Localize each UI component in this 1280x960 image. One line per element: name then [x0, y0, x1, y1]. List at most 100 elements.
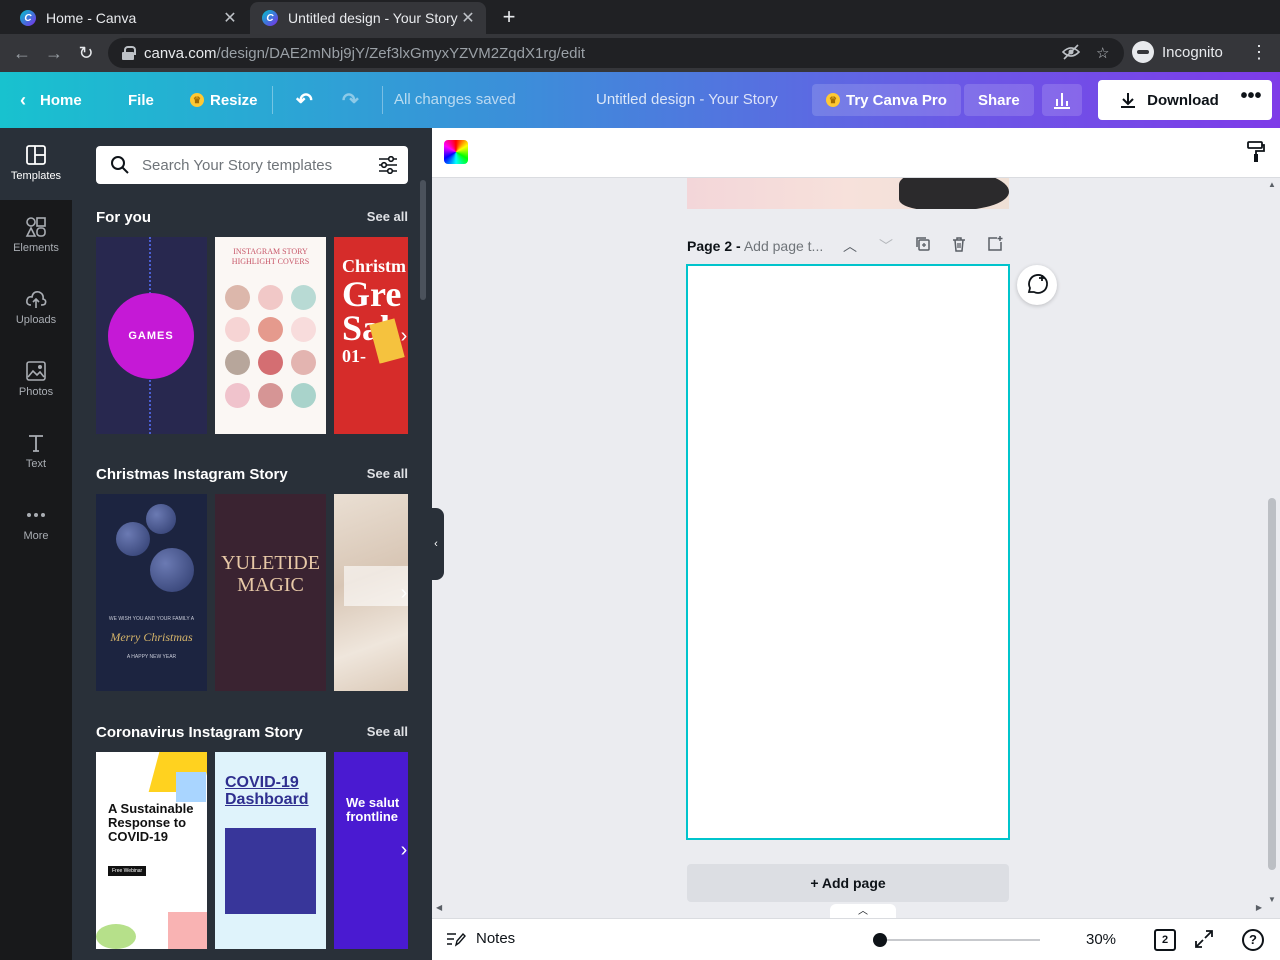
download-button[interactable]: Download: [1098, 80, 1240, 120]
left-rail: Templates Elements Uploads Photos Text M…: [0, 128, 72, 960]
share-button[interactable]: Share: [964, 84, 1034, 116]
decoration: [176, 772, 206, 802]
lock-icon: [122, 46, 136, 60]
browser-menu-icon[interactable]: ⋮: [1250, 42, 1268, 63]
rail-label: Text: [25, 458, 47, 470]
undo-icon[interactable]: ↶: [296, 84, 313, 116]
chevron-left-icon: ‹: [20, 89, 26, 110]
see-all-link[interactable]: See all: [367, 209, 408, 226]
notes-label: Notes: [476, 930, 516, 947]
chevron-up-icon[interactable]: ︿: [840, 236, 860, 256]
vertical-scrollbar[interactable]: ▲ ▼: [1266, 180, 1278, 904]
template-thumbnail[interactable]: WE WISH YOU AND YOUR FAMILY A Merry Chri…: [96, 494, 207, 691]
section-title: Coronavirus Instagram Story: [96, 724, 303, 741]
page-title[interactable]: Page 2 - Add page t...: [687, 238, 823, 254]
add-page-icon[interactable]: [985, 236, 1005, 256]
thumbnail-text: A HAPPY NEW YEAR: [126, 654, 177, 660]
elements-icon: [25, 217, 46, 237]
rail-item-templates[interactable]: Templates: [0, 128, 72, 200]
decoration: [258, 383, 283, 408]
carousel-next-arrow-icon[interactable]: ›: [392, 324, 416, 348]
chevron-down-icon[interactable]: ﹀: [876, 236, 896, 256]
background-color-icon[interactable]: [444, 140, 468, 164]
rail-label: Elements: [13, 242, 59, 254]
rail-item-elements[interactable]: Elements: [0, 200, 72, 272]
zoom-level[interactable]: 30%: [1086, 931, 1116, 948]
search-input[interactable]: Search Your Story templates: [96, 146, 408, 184]
file-menu-button[interactable]: File: [128, 84, 154, 116]
rail-item-photos[interactable]: Photos: [0, 344, 72, 416]
scroll-down-icon[interactable]: ▼: [1268, 895, 1276, 904]
redo-icon[interactable]: ↷: [342, 84, 359, 116]
bar-chart-icon: [1054, 93, 1070, 109]
see-all-link[interactable]: See all: [367, 724, 408, 741]
close-icon[interactable]: ✕: [222, 8, 238, 28]
new-tab-button[interactable]: +: [496, 4, 522, 30]
address-bar[interactable]: canva.com/design/DAE2mNbj9jY/Zef3lxGmyxY…: [108, 38, 1124, 68]
fullscreen-icon[interactable]: [1194, 929, 1216, 951]
page-2-canvas[interactable]: [686, 264, 1010, 840]
see-all-link[interactable]: See all: [367, 466, 408, 483]
template-thumbnail[interactable]: YULETIDE MAGIC: [215, 494, 326, 691]
star-icon[interactable]: ☆: [1096, 44, 1109, 62]
decoration: [291, 317, 316, 342]
document-title[interactable]: Untitled design - Your Story: [596, 91, 778, 108]
tab-title: Untitled design - Your Story: [288, 10, 458, 26]
trash-icon[interactable]: [949, 236, 969, 256]
scroll-right-icon[interactable]: ▶: [1256, 903, 1262, 912]
page-grid-button[interactable]: 2: [1154, 929, 1176, 951]
template-thumbnail[interactable]: A Sustainable Response to COVID-19 Free …: [96, 752, 207, 949]
add-comment-button[interactable]: [1017, 265, 1057, 305]
resize-button[interactable]: ♛ Resize: [190, 84, 258, 116]
expand-pages-chevron-icon[interactable]: ︿: [830, 904, 896, 918]
file-label: File: [128, 91, 154, 109]
url-path: /design/DAE2mNbj9jY/Zef3lxGmyxYZVM2ZqdX1…: [216, 44, 586, 62]
rail-item-text[interactable]: Text: [0, 416, 72, 488]
add-page-button[interactable]: + Add page: [687, 864, 1009, 902]
home-button[interactable]: ‹ Home: [20, 84, 82, 116]
template-thumbnail[interactable]: GAMES: [96, 237, 207, 434]
zoom-slider-track[interactable]: [880, 939, 1040, 941]
page-1-preview[interactable]: [687, 178, 1009, 209]
more-options-button[interactable]: •••: [1230, 80, 1272, 120]
eye-off-icon[interactable]: [1061, 44, 1081, 64]
paint-roller-icon[interactable]: [1246, 140, 1266, 169]
rail-item-uploads[interactable]: Uploads: [0, 272, 72, 344]
decoration: [291, 350, 316, 375]
template-thumbnail[interactable]: INSTAGRAM STORY HIGHLIGHT COVERS: [215, 237, 326, 434]
text-icon: [29, 435, 43, 452]
duplicate-page-icon[interactable]: [913, 236, 933, 256]
browser-tab-design[interactable]: C Untitled design - Your Story ✕: [250, 2, 486, 34]
rail-label: Photos: [18, 386, 54, 398]
decoration: [291, 383, 316, 408]
insights-button[interactable]: [1042, 84, 1082, 116]
incognito-indicator[interactable]: Incognito: [1132, 41, 1223, 63]
back-arrow-icon[interactable]: ←: [8, 39, 36, 67]
forward-arrow-icon[interactable]: →: [40, 39, 68, 67]
search-placeholder: Search Your Story templates: [142, 156, 333, 174]
template-thumbnail[interactable]: COVID-19 Dashboard: [215, 752, 326, 949]
try-canva-pro-button[interactable]: ♛ Try Canva Pro: [812, 84, 961, 116]
canva-favicon-icon: C: [20, 10, 36, 26]
zoom-slider-handle[interactable]: [873, 933, 887, 947]
help-button[interactable]: ?: [1242, 929, 1264, 951]
carousel-next-arrow-icon[interactable]: ›: [392, 581, 416, 605]
panel-scrollbar[interactable]: [420, 180, 426, 300]
thumbnail-text: Free Webinar: [108, 866, 147, 876]
notes-button[interactable]: Notes: [446, 930, 515, 947]
page-title-placeholder: Add page t...: [743, 238, 824, 254]
rail-item-more[interactable]: More: [0, 488, 72, 560]
reload-icon[interactable]: ↻: [72, 39, 100, 67]
template-carousel: GAMES INSTAGRAM STORY HIGHLIGHT COVERS C…: [96, 237, 408, 434]
section-title: For you: [96, 209, 151, 226]
divider: [272, 86, 273, 114]
browser-tab-home[interactable]: C Home - Canva ✕: [8, 2, 248, 34]
filter-icon[interactable]: [378, 156, 398, 174]
scroll-left-icon[interactable]: ◀: [436, 903, 442, 912]
close-icon[interactable]: ✕: [460, 8, 476, 28]
decoration: [291, 285, 316, 310]
scrollbar-thumb[interactable]: [1268, 498, 1276, 870]
carousel-next-arrow-icon[interactable]: ›: [392, 838, 416, 862]
collapse-panel-chevron-icon[interactable]: ‹: [428, 508, 444, 580]
scroll-up-icon[interactable]: ▲: [1268, 180, 1276, 189]
